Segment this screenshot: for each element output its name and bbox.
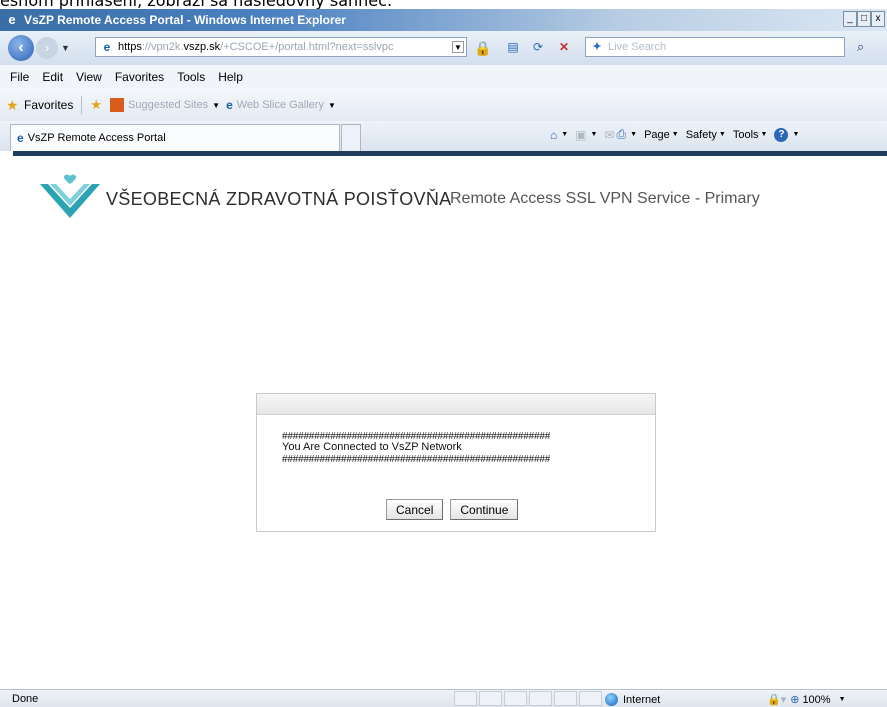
feeds-dropdown-icon[interactable]: ▼ xyxy=(591,131,598,138)
minimize-button[interactable]: _ xyxy=(843,11,857,27)
help-dropdown-icon[interactable]: ▼ xyxy=(792,131,799,138)
menu-file[interactable]: File xyxy=(10,70,29,84)
maximize-button[interactable]: □ xyxy=(857,11,871,27)
status-panel xyxy=(554,691,577,706)
security-zone-label: Internet xyxy=(623,693,661,706)
add-to-favorites-icon[interactable]: ★ xyxy=(90,97,102,113)
menu-favorites[interactable]: Favorites xyxy=(115,70,164,84)
content-top-border xyxy=(13,151,887,156)
connection-dialog: ########################################… xyxy=(256,393,656,532)
document-caption-fragment: ešnom prihlásení, zobrazí sa nasledovný … xyxy=(0,0,393,10)
dialog-message-block: ########################################… xyxy=(282,431,550,465)
command-bar: ⌂ ▼ ▣ ▼ ✉ ⎙ ▼ Page ▼ Safety ▼ Tools ▼ ? ▼ xyxy=(550,127,806,142)
tab-vszp-portal[interactable]: e VsZP Remote Access Portal xyxy=(10,124,340,151)
dialog-actions: Cancel Continue xyxy=(386,499,519,520)
tab-page-icon: e xyxy=(17,131,24,145)
url-path: /+CSCOE+/portal.html?next=sslvpc xyxy=(220,41,394,53)
print-icon[interactable]: ⎙ xyxy=(617,127,627,142)
feeds-icon[interactable]: ▣ xyxy=(575,128,586,142)
back-button[interactable]: ‹ xyxy=(8,35,34,61)
status-panel xyxy=(579,691,602,706)
status-bar: Done Internet 🔒▾ ⊕ 100% ▼ xyxy=(0,689,887,707)
status-panels xyxy=(454,691,604,706)
help-icon[interactable]: ? xyxy=(774,127,789,142)
dialog-header xyxy=(257,394,655,415)
compatibility-view-icon[interactable]: ▤ xyxy=(505,39,521,55)
home-dropdown-icon[interactable]: ▼ xyxy=(561,131,568,138)
mail-icon[interactable]: ✉ xyxy=(604,128,614,142)
safety-dropdown-icon[interactable]: ▼ xyxy=(719,131,726,138)
service-title: Remote Access SSL VPN Service - Primary xyxy=(450,190,760,207)
status-panel xyxy=(479,691,502,706)
web-slice-icon: e xyxy=(226,98,233,112)
security-zone[interactable]: Internet xyxy=(605,693,660,706)
status-panel xyxy=(504,691,527,706)
continue-button[interactable]: Continue xyxy=(450,499,519,520)
search-input[interactable]: ✦ Live Search xyxy=(585,37,845,57)
favorites-separator xyxy=(81,96,83,114)
suggested-sites-dropdown-icon[interactable]: ▼ xyxy=(212,101,220,110)
ie-logo-icon: e xyxy=(8,12,16,27)
window-controls: _ □ x xyxy=(843,11,885,27)
favorites-bar: ★ Favorites ★ Suggested Sites ▼ e Web Sl… xyxy=(0,89,887,121)
tools-dropdown-icon[interactable]: ▼ xyxy=(761,131,768,138)
address-input[interactable]: e https ://vpn2k. vszp.sk /+CSCOE+/porta… xyxy=(95,37,467,57)
search-placeholder: Live Search xyxy=(608,41,667,53)
zoom-control[interactable]: 🔒▾ ⊕ 100% ▼ xyxy=(767,693,846,707)
url-domain: vszp.sk xyxy=(183,41,221,53)
page-icon: e xyxy=(103,40,111,54)
refresh-icon[interactable]: ⟳ xyxy=(530,39,546,55)
tab-bar: e VsZP Remote Access Portal ⌂ ▼ ▣ ▼ ✉ ⎙ ▼ P… xyxy=(0,121,887,151)
browser-screenshot: ešnom prihlásení, zobrazí sa nasledovný … xyxy=(0,0,887,707)
suggested-sites-icon xyxy=(110,98,125,112)
safety-menu[interactable]: Safety xyxy=(686,129,717,141)
url-subdomain: ://vpn2k. xyxy=(141,41,184,53)
zoom-level: 100% xyxy=(802,693,831,706)
brand-name: VŠEOBECNÁ ZDRAVOTNÁ POISŤOVŇA xyxy=(106,189,452,209)
menu-help[interactable]: Help xyxy=(218,70,243,84)
tools-menu[interactable]: Tools xyxy=(733,129,759,141)
suggested-sites-link[interactable]: Suggested Sites xyxy=(128,99,208,111)
address-dropdown-icon[interactable]: ▼ xyxy=(452,41,464,53)
search-icon[interactable]: ⌕ xyxy=(857,39,864,55)
status-panel xyxy=(529,691,552,706)
forward-button[interactable]: › xyxy=(36,37,58,59)
menu-tools[interactable]: Tools xyxy=(177,70,205,84)
zoom-dropdown-icon[interactable]: ▼ xyxy=(839,696,846,703)
web-slice-dropdown-icon[interactable]: ▼ xyxy=(328,101,336,110)
cancel-button[interactable]: Cancel xyxy=(386,499,444,520)
new-tab-button[interactable] xyxy=(341,124,361,151)
favorites-star-icon: ★ xyxy=(6,96,19,113)
vszp-logo-icon xyxy=(40,174,100,218)
web-slice-gallery-link[interactable]: Web Slice Gallery xyxy=(237,99,324,111)
menu-edit[interactable]: Edit xyxy=(42,70,63,84)
print-dropdown-icon[interactable]: ▼ xyxy=(630,131,637,138)
home-icon[interactable]: ⌂ xyxy=(550,128,557,142)
url-scheme: https xyxy=(118,41,142,53)
close-button[interactable]: x xyxy=(871,11,885,27)
dialog-message: You Are Connected to VsZP Network xyxy=(282,441,462,453)
page-dropdown-icon[interactable]: ▼ xyxy=(672,131,679,138)
favorites-button[interactable]: Favorites xyxy=(24,98,73,112)
zoom-icon: ⊕ xyxy=(790,694,800,706)
stop-icon[interactable]: ✕ xyxy=(556,39,572,55)
live-search-logo-icon: ✦ xyxy=(592,41,602,53)
recent-pages-dropdown-icon[interactable]: ▼ xyxy=(61,43,70,53)
protected-mode-icon[interactable]: 🔒▾ xyxy=(767,693,786,706)
security-lock-icon[interactable]: 🔒 xyxy=(474,40,491,56)
window-titlebar: e VsZP Remote Access Portal - Windows In… xyxy=(0,9,887,31)
window-title: VsZP Remote Access Portal - Windows Inte… xyxy=(24,13,346,27)
banner-line-bottom: ########################################… xyxy=(282,454,551,465)
menu-view[interactable]: View xyxy=(76,70,102,84)
address-toolbar: ‹ › ▼ e https ://vpn2k. vszp.sk /+CSCOE+… xyxy=(0,31,887,65)
status-panel xyxy=(454,691,477,706)
globe-icon xyxy=(605,693,618,706)
page-menu[interactable]: Page xyxy=(644,129,670,141)
tab-title: VsZP Remote Access Portal xyxy=(27,132,166,144)
menu-bar: File Edit View Favorites Tools Help xyxy=(0,65,887,89)
status-text: Done xyxy=(12,693,39,705)
